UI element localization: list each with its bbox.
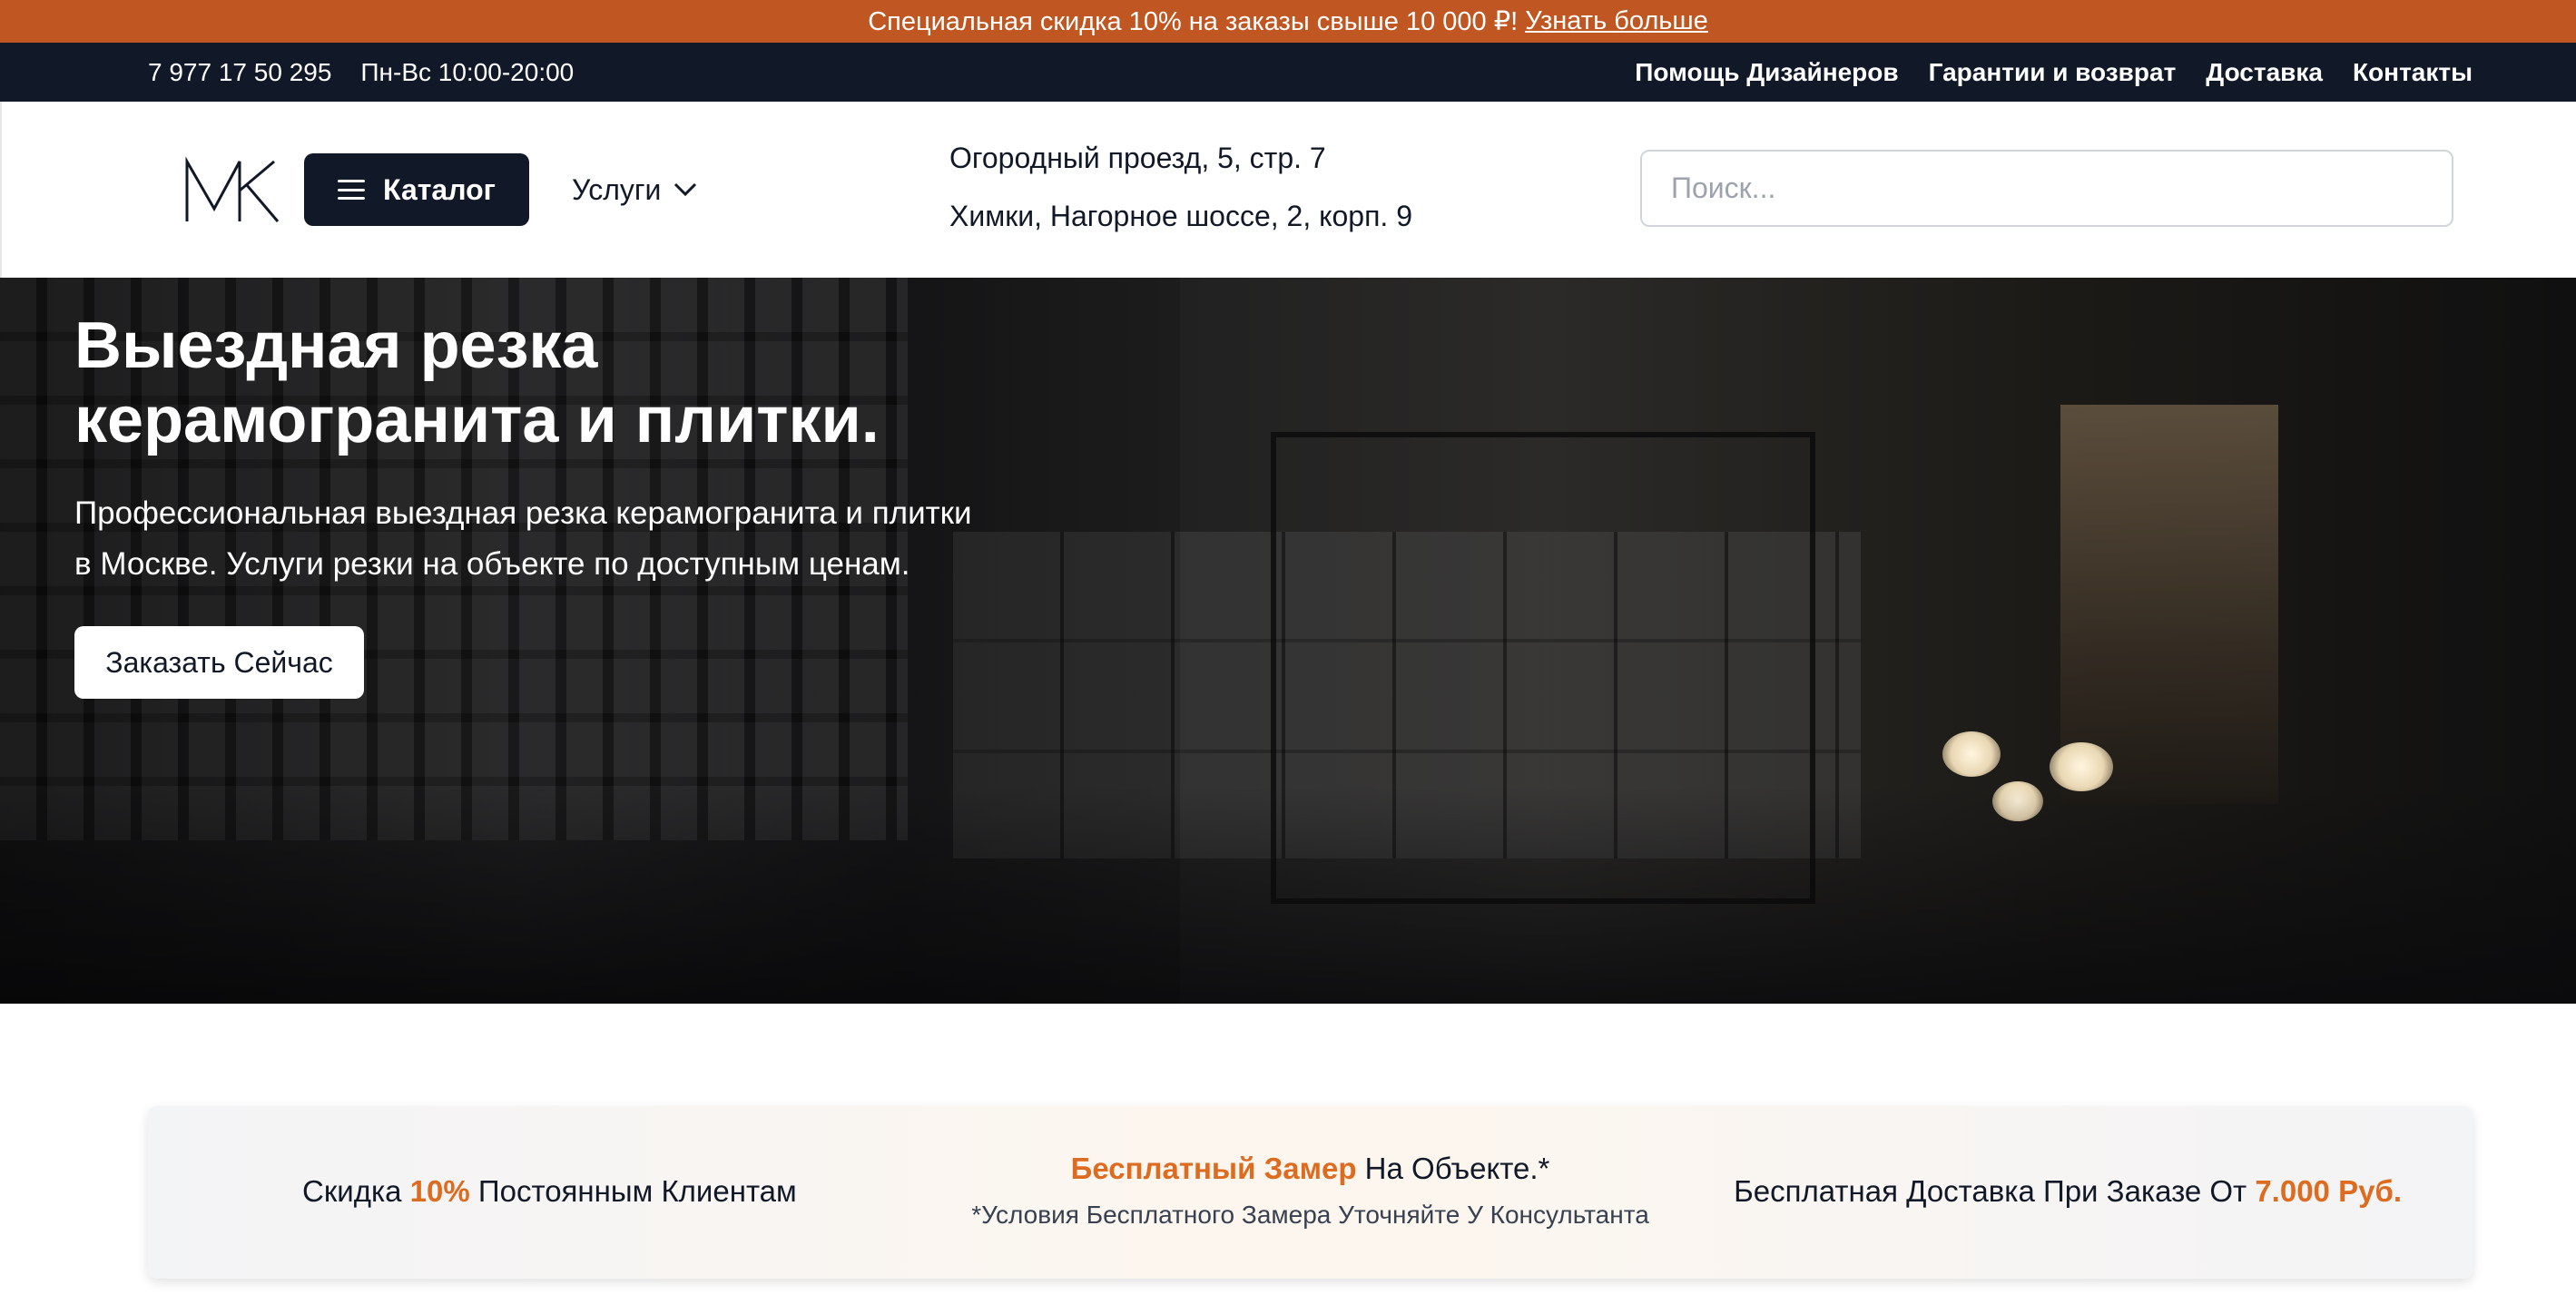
benefit-free-delivery: Бесплатная Доставка При Заказе От 7.000 … bbox=[1734, 1174, 2402, 1208]
catalog-label: Каталог bbox=[383, 172, 496, 206]
hero-lamp bbox=[1942, 731, 2001, 777]
hero-lamp bbox=[2050, 742, 2113, 791]
chevron-down-icon bbox=[674, 182, 697, 197]
search-input[interactable] bbox=[1640, 150, 2453, 227]
topbar-link-delivery[interactable]: Доставка bbox=[2206, 58, 2323, 87]
working-hours: Пн-Вс 10:00-20:00 bbox=[360, 57, 575, 86]
order-now-button[interactable]: Заказать Сейчас bbox=[74, 626, 364, 699]
services-dropdown[interactable]: Услуги bbox=[572, 153, 697, 226]
hero-banner: Выездная резка керамогранита и плитки. П… bbox=[0, 278, 2576, 1004]
services-label: Услуги bbox=[572, 172, 662, 206]
benefits-strip: Скидка 10% Постоянным Клиентам Бесплатны… bbox=[148, 1106, 2473, 1279]
promo-bar: Специальная скидка 10% на заказы свыше 1… bbox=[0, 0, 2576, 43]
promo-learn-more-link[interactable]: Узнать больше bbox=[1525, 6, 1708, 36]
hero-title: Выездная резка керамогранита и плитки. bbox=[74, 309, 880, 456]
topbar-link-designers-help[interactable]: Помощь Дизайнеров bbox=[1635, 58, 1898, 87]
hero-subtitle: Профессиональная выездная резка керамогр… bbox=[74, 495, 972, 582]
promo-text: Специальная скидка 10% на заказы свыше 1… bbox=[868, 7, 1519, 36]
catalog-button[interactable]: Каталог bbox=[304, 153, 529, 226]
address-2: Химки, Нагорное шоссе, 2, корп. 9 bbox=[949, 200, 1412, 232]
address-1: Огородный проезд, 5, стр. 7 bbox=[949, 142, 1326, 174]
site-header: Каталог Услуги Огородный проезд, 5, стр.… bbox=[0, 102, 2576, 278]
phone-number[interactable]: 7 977 17 50 295 bbox=[148, 58, 331, 87]
menu-icon bbox=[338, 180, 366, 200]
topbar-link-contacts[interactable]: Контакты bbox=[2353, 58, 2473, 87]
topbar-link-warranty-returns[interactable]: Гарантии и возврат bbox=[1929, 58, 2177, 87]
top-info-bar: 7 977 17 50 295 Пн-Вс 10:00-20:00 Помощь… bbox=[0, 43, 2576, 102]
site-logo[interactable] bbox=[183, 154, 283, 227]
